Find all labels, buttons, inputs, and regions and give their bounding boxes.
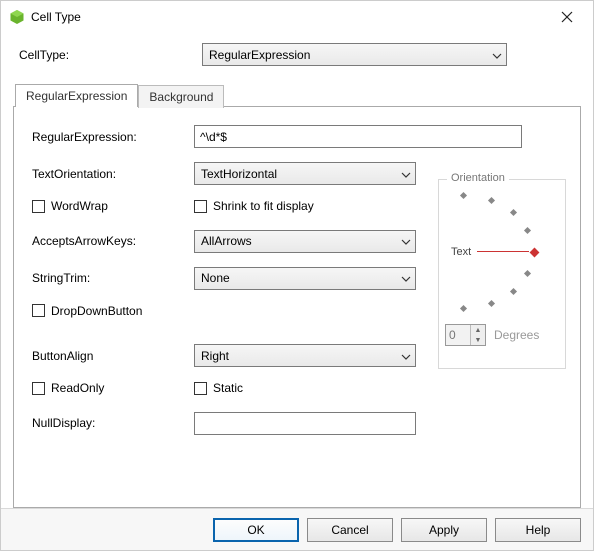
- dial-dot-active: [530, 248, 540, 258]
- orientation-line: [477, 251, 529, 252]
- checkbox-icon: [194, 200, 207, 213]
- readonly-checkbox[interactable]: ReadOnly: [32, 381, 104, 395]
- spin-buttons[interactable]: ▲ ▼: [470, 325, 485, 345]
- checkbox-icon: [32, 382, 45, 395]
- celltype-value: RegularExpression: [209, 48, 310, 62]
- chevron-down-icon: [492, 48, 502, 62]
- wordwrap-checkbox[interactable]: WordWrap: [32, 199, 108, 213]
- nulldisplay-label: NullDisplay:: [28, 416, 194, 430]
- regex-label: RegularExpression:: [28, 130, 194, 144]
- chevron-down-icon: [401, 271, 411, 285]
- orientation-dial[interactable]: Text: [445, 188, 561, 318]
- chevron-down-icon: [401, 234, 411, 248]
- tab-regularexpression[interactable]: RegularExpression: [15, 84, 138, 107]
- degrees-row: ▲ ▼ Degrees: [445, 324, 559, 346]
- orientation-group: Orientation Text: [438, 179, 566, 369]
- buttonalign-label: ButtonAlign: [28, 349, 194, 363]
- apply-button[interactable]: Apply: [401, 518, 487, 542]
- degrees-label: Degrees: [494, 328, 539, 342]
- stringtrim-value: None: [201, 271, 230, 285]
- dialog-footer: OK Cancel Apply Help: [1, 508, 593, 550]
- acceptsarrowkeys-combo[interactable]: AllArrows: [194, 230, 416, 253]
- celltype-row: CellType: RegularExpression: [1, 33, 593, 82]
- acceptsarrowkeys-value: AllArrows: [201, 234, 252, 248]
- checkbox-icon: [32, 304, 45, 317]
- dropdownbutton-checkbox[interactable]: DropDownButton: [32, 304, 142, 318]
- tab-background[interactable]: Background: [138, 85, 224, 108]
- static-checkbox[interactable]: Static: [194, 381, 243, 395]
- degrees-spinner[interactable]: ▲ ▼: [445, 324, 486, 346]
- buttonalign-value: Right: [201, 349, 229, 363]
- dial-dot: [488, 300, 495, 307]
- celltype-combo[interactable]: RegularExpression: [202, 43, 507, 66]
- close-button[interactable]: [547, 3, 587, 31]
- stringtrim-label: StringTrim:: [28, 271, 194, 285]
- orientation-legend: Orientation: [447, 172, 509, 184]
- textorientation-value: TextHorizontal: [201, 167, 277, 181]
- stringtrim-combo[interactable]: None: [194, 267, 416, 290]
- close-icon: [561, 11, 573, 23]
- textorientation-label: TextOrientation:: [28, 167, 194, 181]
- acceptsarrowkeys-label: AcceptsArrowKeys:: [28, 234, 194, 248]
- dial-dot: [488, 197, 495, 204]
- dial-dot: [460, 192, 467, 199]
- window-title: Cell Type: [31, 10, 547, 24]
- nulldisplay-row: NullDisplay:: [28, 412, 566, 435]
- celltype-label: CellType:: [19, 48, 194, 62]
- cancel-button[interactable]: Cancel: [307, 518, 393, 542]
- ok-button[interactable]: OK: [213, 518, 299, 542]
- tabpanel-regularexpression: RegularExpression: TextOrientation: Text…: [13, 106, 581, 508]
- readonly-row: ReadOnly Static: [28, 381, 566, 398]
- tabs-container: RegularExpression Background RegularExpr…: [1, 82, 593, 508]
- dial-dot: [510, 288, 517, 295]
- regex-input[interactable]: [194, 125, 522, 148]
- checkbox-icon: [194, 382, 207, 395]
- chevron-down-icon: [401, 167, 411, 181]
- tabbar: RegularExpression Background: [13, 82, 581, 106]
- shrinktofit-checkbox[interactable]: Shrink to fit display: [194, 199, 314, 213]
- static-label: Static: [213, 381, 243, 395]
- dial-dot: [524, 227, 531, 234]
- shrinktofit-label: Shrink to fit display: [213, 199, 314, 213]
- spin-down-icon: ▼: [471, 335, 485, 345]
- dropdownbutton-label: DropDownButton: [51, 304, 142, 318]
- degrees-input[interactable]: [446, 325, 470, 345]
- orientation-text: Text: [451, 246, 471, 258]
- cell-type-dialog: Cell Type CellType: RegularExpression Re…: [0, 0, 594, 551]
- buttonalign-combo[interactable]: Right: [194, 344, 416, 367]
- readonly-label: ReadOnly: [51, 381, 104, 395]
- app-icon: [9, 9, 25, 25]
- dial-dot: [524, 270, 531, 277]
- chevron-down-icon: [401, 349, 411, 363]
- dial-dot: [460, 305, 467, 312]
- titlebar: Cell Type: [1, 1, 593, 33]
- regex-row: RegularExpression:: [28, 125, 566, 148]
- spin-up-icon: ▲: [471, 325, 485, 335]
- dial-dot: [510, 209, 517, 216]
- textorientation-combo[interactable]: TextHorizontal: [194, 162, 416, 185]
- help-button[interactable]: Help: [495, 518, 581, 542]
- checkbox-icon: [32, 200, 45, 213]
- nulldisplay-input[interactable]: [194, 412, 416, 435]
- wordwrap-label: WordWrap: [51, 199, 108, 213]
